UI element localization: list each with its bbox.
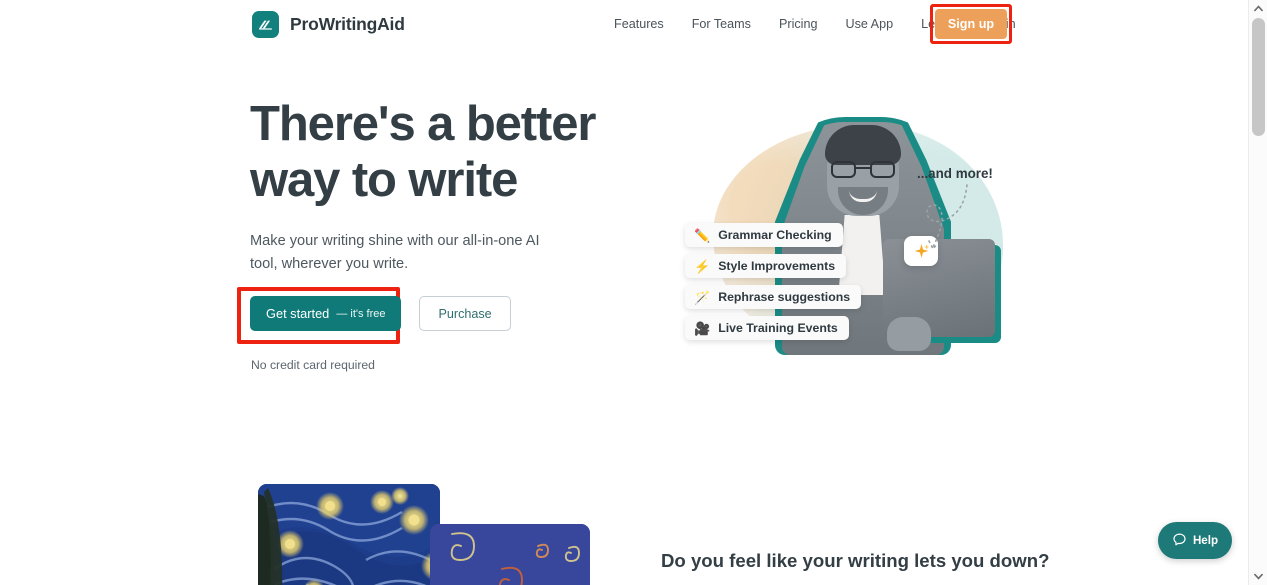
- feature-label: Style Improvements: [718, 259, 836, 273]
- starry-night-image-card: [258, 484, 440, 585]
- pencil-icon: ✏️: [694, 227, 711, 243]
- lightning-icon: ⚡: [694, 258, 711, 274]
- scrollbar-thumb[interactable]: [1252, 18, 1265, 136]
- brand-name: ProWritingAid: [290, 14, 405, 34]
- get-started-label: Get started: [266, 306, 330, 321]
- sign-up-button[interactable]: Sign up: [935, 9, 1007, 39]
- video-camera-icon: 🎥: [694, 320, 711, 336]
- magic-wand-icon: 🪄: [694, 289, 711, 305]
- chevron-down-icon[interactable]: [1249, 568, 1267, 585]
- chevron-up-icon[interactable]: [1249, 0, 1267, 17]
- site-header: ProWritingAid Features For Teams Pricing…: [0, 0, 1248, 49]
- brand-logo-link[interactable]: ProWritingAid: [252, 11, 405, 38]
- illustration-person-hair: [825, 125, 901, 165]
- feature-pill-list: ✏️ Grammar Checking ⚡ Style Improvements…: [685, 223, 862, 340]
- feature-label: Live Training Events: [718, 321, 838, 335]
- feature-pill-style-improvements: ⚡ Style Improvements: [685, 254, 847, 278]
- hero-illustration: ...and more! ✏️ Grammar Checking ⚡ Style…: [655, 95, 1015, 375]
- feature-pill-rephrase-suggestions: 🪄 Rephrase suggestions: [685, 285, 862, 309]
- and-more-label: ...and more!: [917, 166, 993, 181]
- get-started-button[interactable]: Get started — it's free: [250, 296, 402, 331]
- glasses-icon: [831, 161, 895, 178]
- hero-copy: There's a better way to write Make your …: [250, 96, 610, 276]
- nav-use-app[interactable]: Use App: [831, 0, 907, 49]
- illustration-person-hand: [887, 317, 931, 351]
- hero-cta-row: Get started — it's free Purchase: [250, 296, 511, 331]
- section-question-heading: Do you feel like your writing lets you d…: [661, 550, 1050, 571]
- hero-subtitle: Make your writing shine with our all-in-…: [250, 233, 540, 272]
- page-viewport: ProWritingAid Features For Teams Pricing…: [0, 0, 1248, 585]
- no-credit-card-note: No credit card required: [251, 358, 375, 372]
- get-started-free-note: — it's free: [336, 307, 386, 320]
- help-widget-button[interactable]: Help: [1158, 522, 1232, 559]
- doodle-image-card: [430, 524, 590, 585]
- page-scrollbar[interactable]: [1248, 0, 1267, 585]
- nav-features[interactable]: Features: [600, 0, 678, 49]
- feature-label: Grammar Checking: [718, 228, 832, 242]
- page-title: There's a better way to write: [250, 97, 596, 207]
- feature-label: Rephrase suggestions: [718, 290, 851, 304]
- nav-for-teams[interactable]: For Teams: [678, 0, 765, 49]
- feature-pill-grammar-checking: ✏️ Grammar Checking: [685, 223, 843, 247]
- purchase-button[interactable]: Purchase: [419, 296, 511, 331]
- browser-page: ProWritingAid Features For Teams Pricing…: [0, 0, 1267, 585]
- book-logo-icon: [252, 11, 279, 38]
- help-label: Help: [1192, 534, 1219, 547]
- feature-pill-live-training-events: 🎥 Live Training Events: [685, 316, 849, 340]
- curved-dotted-arrow-icon: [926, 184, 968, 251]
- chat-bubble-icon: [1172, 532, 1187, 550]
- nav-pricing[interactable]: Pricing: [765, 0, 832, 49]
